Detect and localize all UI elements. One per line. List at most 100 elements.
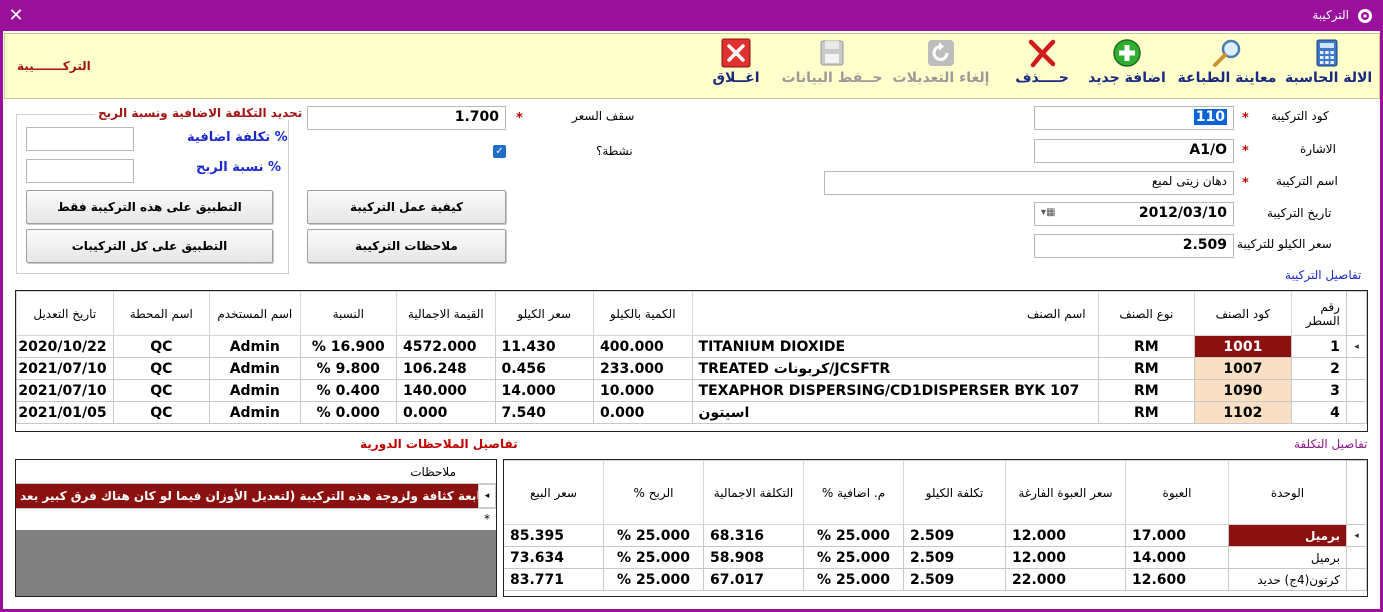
cell-station-name[interactable]: QC [112, 357, 211, 380]
cell-item-type[interactable]: RM [1097, 401, 1196, 424]
cell-kilo-price[interactable]: 0.456 [494, 357, 595, 380]
cell-sale-price[interactable]: 73.634 [504, 546, 604, 569]
header-item-name[interactable]: اسم الصنف [691, 291, 1099, 336]
delete-button[interactable]: حــــذف [1005, 38, 1079, 94]
header-empty-package-price[interactable]: سعر العبوة الفارغة [1005, 460, 1126, 525]
cell-profit-pct[interactable]: 25.000 % [603, 546, 704, 569]
calendar-dropdown-icon[interactable]: ▾▦ [1041, 207, 1055, 218]
extra-cost-input[interactable] [26, 127, 134, 151]
header-modified-date[interactable]: تاريخ التعديل [16, 291, 114, 336]
cell-ratio[interactable]: 0.400 % [299, 379, 398, 402]
cell-total-value[interactable]: 140.000 [396, 379, 496, 402]
header-kilo-price[interactable]: سعر الكيلو [494, 291, 595, 336]
ceiling-input[interactable]: 1.700 [307, 106, 506, 130]
header-extra-pct[interactable]: م. اضافية % [803, 460, 904, 525]
save-data-button[interactable]: حــفظ البيانات [779, 38, 885, 94]
cell-station-name[interactable]: QC [112, 401, 211, 424]
cell-user-name[interactable]: Admin [209, 335, 301, 358]
cell-total-cost[interactable]: 68.316 [703, 524, 804, 547]
header-user-name[interactable]: اسم المستخدم [209, 291, 301, 336]
header-station-name[interactable]: اسم المحطة [112, 291, 211, 336]
cell-total-value[interactable]: 0.000 [396, 401, 496, 424]
cell-kilo-cost[interactable]: 2.509 [903, 524, 1006, 547]
row-selector[interactable] [1345, 379, 1367, 402]
cell-line-no[interactable]: 2 [1290, 357, 1347, 380]
cell-ratio[interactable]: 9.800 % [299, 357, 398, 380]
cell-kilo-cost[interactable]: 2.509 [903, 568, 1006, 591]
notes-grid[interactable]: ملاحظات متابعة كثافة ولزوجة هذه التركيبة… [15, 459, 497, 597]
cell-qty-kilo[interactable]: 0.000 [593, 401, 693, 424]
header-item-type[interactable]: نوع الصنف [1097, 291, 1196, 336]
composition-notes-button[interactable]: ملاحظات التركيبة [307, 229, 506, 263]
cell-user-name[interactable]: Admin [209, 401, 301, 424]
apply-this-button[interactable]: التطبيق على هذه التركيبة فقط [26, 190, 273, 224]
cell-item-type[interactable]: RM [1097, 379, 1196, 402]
kilo-price-input[interactable]: 2.509 [1034, 234, 1234, 258]
header-item-code[interactable]: كود الصنف [1194, 291, 1292, 336]
cell-line-no[interactable]: 3 [1290, 379, 1347, 402]
cell-kilo-price[interactable]: 11.430 [494, 335, 595, 358]
cell-user-name[interactable]: Admin [209, 379, 301, 402]
cell-modified-date[interactable]: 2020/10/22 [16, 335, 114, 358]
cell-total-value[interactable]: 106.248 [396, 357, 496, 380]
cell-line-no[interactable]: 4 [1290, 401, 1347, 424]
cell-item-code[interactable]: 1090 [1194, 379, 1292, 402]
cell-kilo-price[interactable]: 14.000 [494, 379, 595, 402]
how-to-button[interactable]: كيفية عمل التركيبة [307, 190, 506, 224]
cell-total-cost[interactable]: 67.017 [703, 568, 804, 591]
cell-user-name[interactable]: Admin [209, 357, 301, 380]
cell-total-value[interactable]: 4572.000 [396, 335, 496, 358]
add-new-button[interactable]: اضافة جديد [1085, 38, 1169, 94]
cell-extra-pct[interactable]: 25.000 % [803, 546, 904, 569]
table-row[interactable]: 3 1090 RM TEXAPHOR DISPERSING/CD1DISPERS… [16, 379, 1367, 402]
note-row[interactable]: متابعة كثافة ولزوجة هذه التركيبة (لتعديل… [16, 484, 478, 508]
new-note-row[interactable]: * [16, 508, 496, 530]
header-sale-price[interactable]: سعر البيع [504, 460, 604, 525]
cell-ratio[interactable]: 0.000 % [299, 401, 398, 424]
cell-line-no[interactable]: 1 [1290, 335, 1347, 358]
table-row[interactable]: برميل 14.000 12.000 2.509 25.000 % 58.90… [504, 546, 1367, 569]
cell-kilo-price[interactable]: 7.540 [494, 401, 595, 424]
cell-empty-package-price[interactable]: 22.000 [1005, 568, 1126, 591]
cell-item-code[interactable]: 1007 [1194, 357, 1292, 380]
cell-item-name[interactable]: JCSFTR/كربونات TREATED [691, 357, 1099, 380]
cell-sale-price[interactable]: 85.395 [504, 524, 604, 547]
cell-item-name[interactable]: اسيتون [691, 401, 1099, 424]
notes-header[interactable]: ملاحظات [410, 465, 456, 479]
cell-package[interactable]: 12.600 [1125, 568, 1229, 591]
cell-item-code[interactable]: 1102 [1194, 401, 1292, 424]
cell-qty-kilo[interactable]: 233.000 [593, 357, 693, 380]
cell-extra-pct[interactable]: 25.000 % [803, 524, 904, 547]
date-picker[interactable]: 2012/03/10 ▾▦ [1034, 202, 1234, 226]
cell-ratio[interactable]: 16.900 % [299, 335, 398, 358]
close-window-button[interactable]: ✕ [0, 0, 32, 31]
header-total-value[interactable]: القيمة الاجمالية [396, 291, 496, 336]
header-package[interactable]: العبوة [1125, 460, 1229, 525]
apply-all-button[interactable]: التطبيق على كل التركيبات [26, 229, 273, 263]
cell-unit[interactable]: برميل [1228, 546, 1347, 569]
header-kilo-cost[interactable]: تكلفة الكيلو [903, 460, 1006, 525]
cell-modified-date[interactable]: 2021/01/05 [16, 401, 114, 424]
row-selector[interactable] [1345, 401, 1367, 424]
header-line-no[interactable]: رقم السطر [1290, 291, 1347, 336]
cell-unit[interactable]: كرتون(4ج) حديد [1228, 568, 1347, 591]
cell-extra-pct[interactable]: 25.000 % [803, 568, 904, 591]
cancel-edits-button[interactable]: إلغاء التعديلات [891, 38, 991, 94]
header-profit-pct[interactable]: الربح % [603, 460, 704, 525]
sign-input[interactable]: A1/O [1034, 139, 1234, 163]
cell-station-name[interactable]: QC [112, 379, 211, 402]
cost-details-grid[interactable]: الوحدة العبوة سعر العبوة الفارغة تكلفة ا… [503, 459, 1368, 597]
header-unit[interactable]: الوحدة [1228, 460, 1347, 525]
cell-profit-pct[interactable]: 25.000 % [603, 524, 704, 547]
close-form-button[interactable]: اغــلاق [701, 38, 771, 94]
cell-modified-date[interactable]: 2021/07/10 [16, 379, 114, 402]
cell-package[interactable]: 17.000 [1125, 524, 1229, 547]
cell-item-type[interactable]: RM [1097, 357, 1196, 380]
table-row[interactable]: كرتون(4ج) حديد 12.600 22.000 2.509 25.00… [504, 568, 1367, 591]
code-input[interactable]: 110 [1034, 106, 1234, 130]
row-selector[interactable] [1345, 357, 1367, 380]
profit-input[interactable] [26, 159, 134, 183]
active-checkbox[interactable]: ✓ [493, 145, 506, 158]
cell-item-name[interactable]: TITANIUM DIOXIDE [691, 335, 1099, 358]
name-input[interactable]: دهان زيتى لميع [824, 171, 1234, 195]
